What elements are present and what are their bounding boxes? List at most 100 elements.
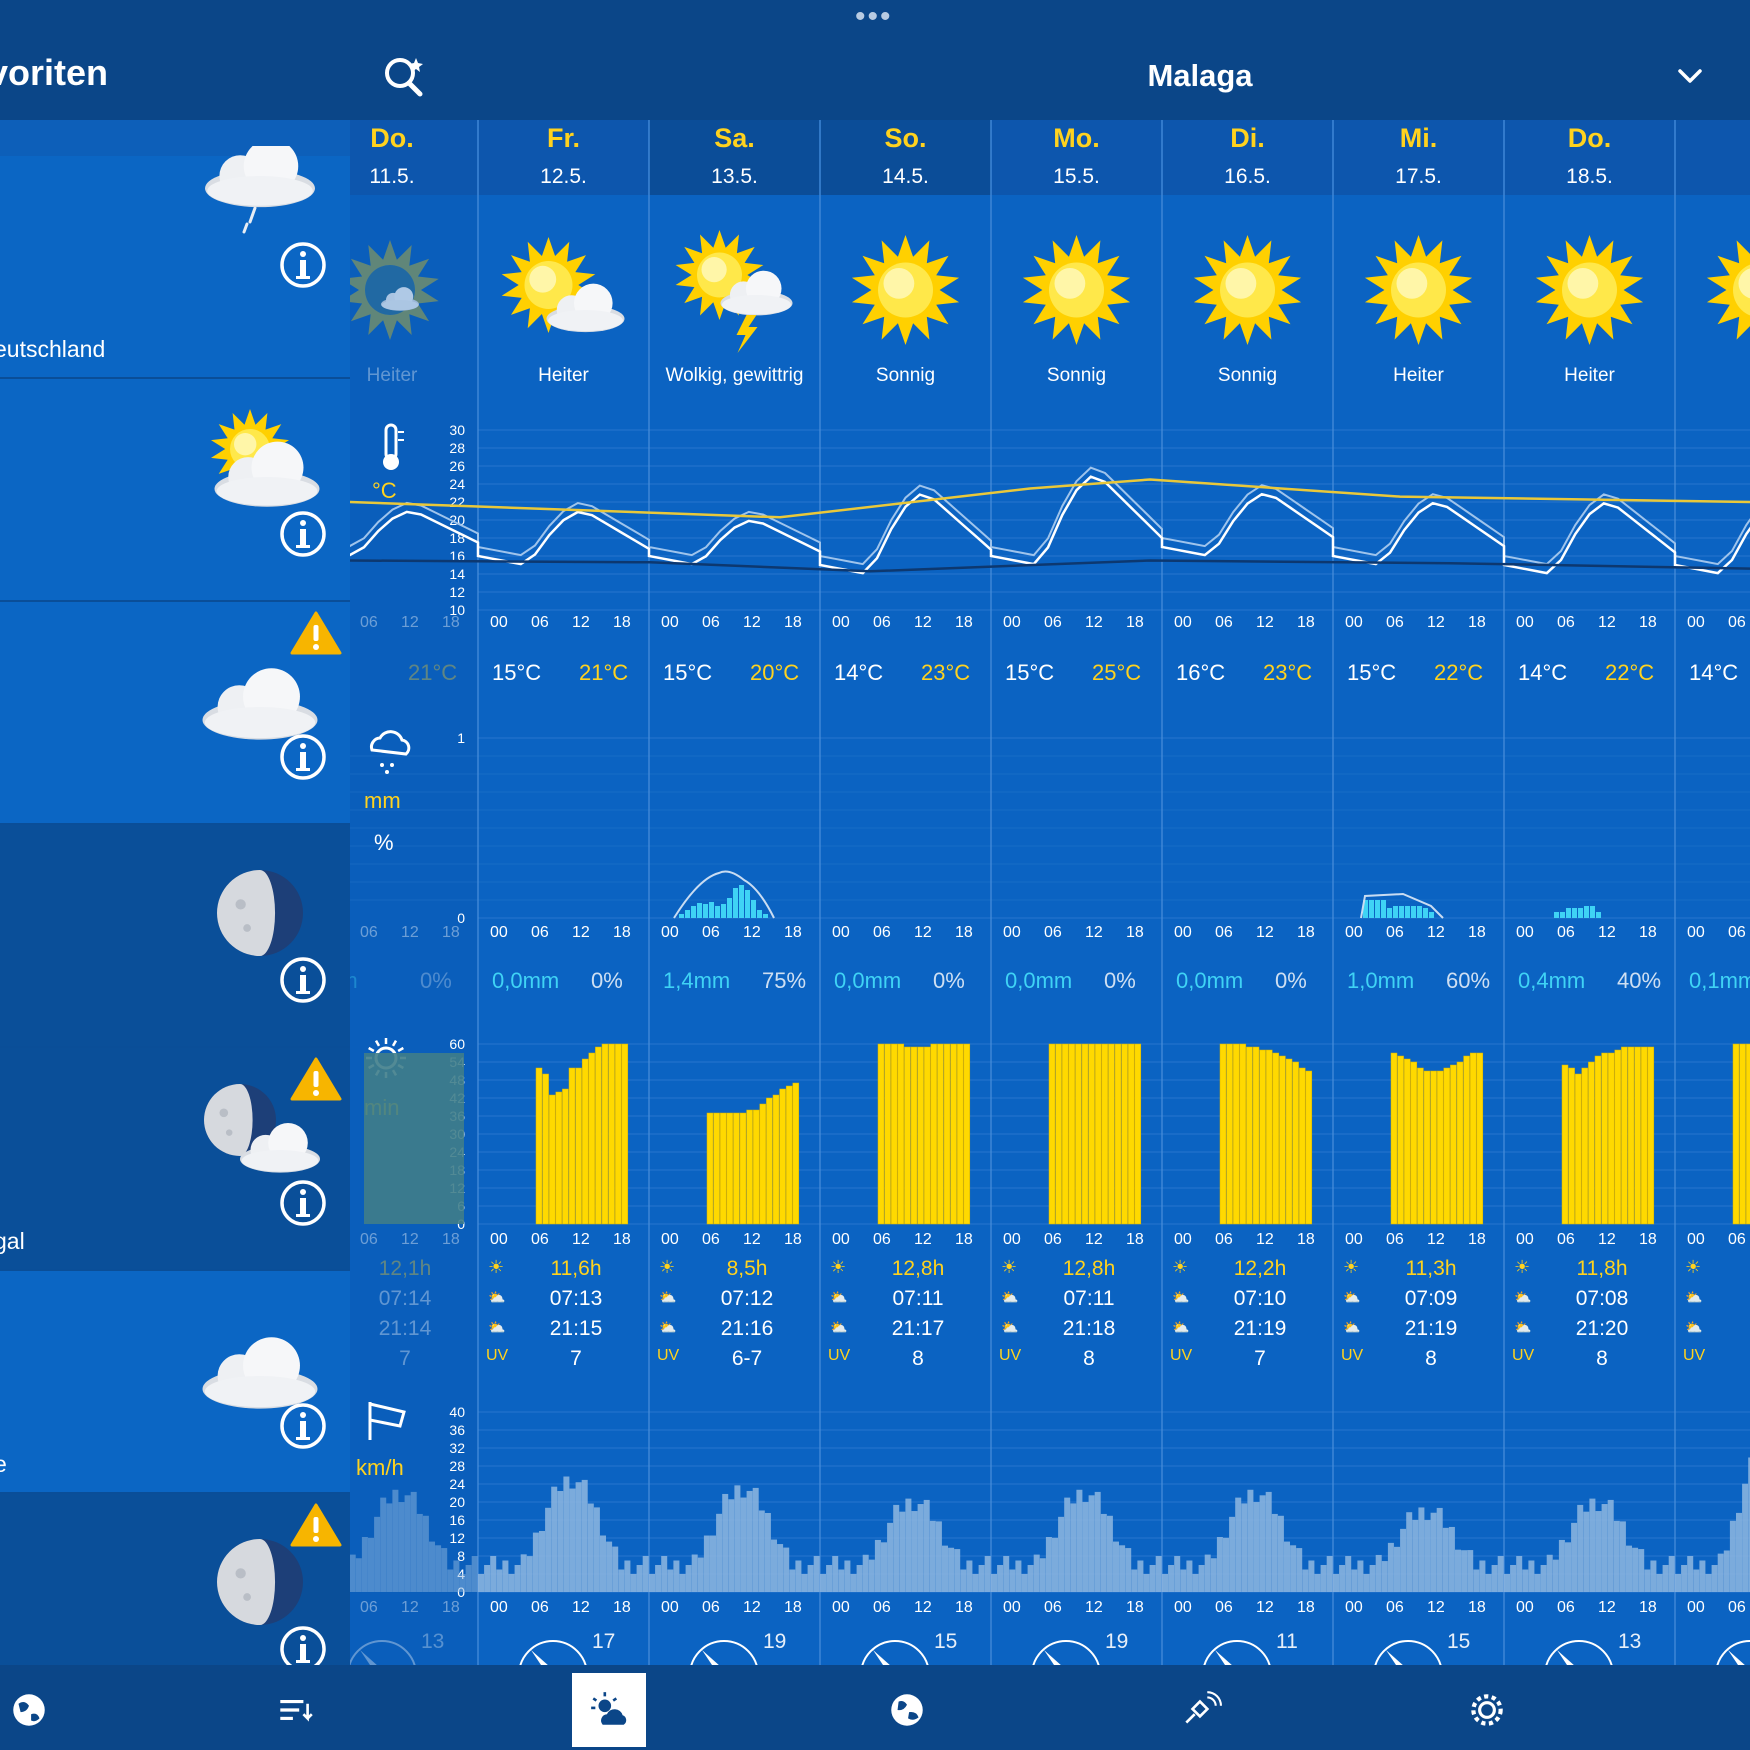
sunset-time: 21:16	[721, 1317, 774, 1340]
info-icon	[280, 957, 326, 1003]
hour-tick: 00	[1174, 1599, 1192, 1616]
sun-icon	[1022, 235, 1131, 345]
compass-ring	[1203, 1640, 1271, 1665]
hour-tick: 00	[1687, 1231, 1705, 1248]
hour-tick: 18	[955, 924, 973, 941]
city-dropdown-button[interactable]	[1670, 62, 1710, 92]
hour-tick: 00	[832, 614, 850, 631]
day-date: 12.5.	[540, 165, 587, 188]
compass-ring	[1545, 1640, 1613, 1665]
hour-tick: 12	[1085, 924, 1103, 941]
day-name: Mo.	[1053, 123, 1100, 153]
past-sunshine-bars	[364, 1053, 464, 1224]
info-button[interactable]	[278, 732, 328, 782]
precipitation-summary: 0,0mm 0%	[1005, 968, 1136, 993]
favorite-card[interactable]: gal	[0, 1048, 350, 1271]
wind-direction: 19	[690, 1630, 786, 1665]
city-title[interactable]: Malaga	[1100, 58, 1300, 94]
tab-sort-list[interactable]	[258, 1673, 332, 1747]
forecast-grid[interactable]: Do. 11.5. Heiter Fr. 12.5. Heiter Sa. 13.5. Wolk…	[350, 120, 1750, 1665]
wind-arrow-icon	[1728, 1650, 1745, 1665]
hour-tick: 18	[442, 614, 460, 631]
feels-like-line	[350, 466, 1750, 566]
tab-world[interactable]	[870, 1673, 944, 1747]
hour-tick: 12	[743, 1231, 761, 1248]
info-button[interactable]	[278, 509, 328, 559]
favorite-card[interactable]: eutschland	[0, 146, 350, 379]
hour-ticks: 00061218	[490, 1231, 631, 1248]
hour-ticks: 00061218	[1516, 924, 1657, 941]
axis-tick-label: 14	[449, 566, 465, 582]
tab-globe[interactable]	[0, 1673, 66, 1747]
warning-badge[interactable]	[290, 610, 342, 656]
favorite-card[interactable]	[0, 825, 350, 1048]
hour-tick: 12	[401, 1599, 419, 1616]
info-button[interactable]	[278, 1624, 328, 1665]
hour-tick: 00	[1003, 1599, 1021, 1616]
hour-tick: 12	[401, 924, 419, 941]
hour-ticks: 06 12 18	[360, 614, 460, 631]
wind-speed: 15	[1447, 1630, 1470, 1653]
sunshine-hours: 12,1h	[379, 1257, 432, 1280]
sunset-icon: ⛅	[1001, 1319, 1018, 1335]
uv-label: UV	[1512, 1347, 1535, 1364]
temp-max: 21°C	[579, 660, 628, 685]
hour-ticks: 00061218	[1516, 1599, 1657, 1616]
moon-icon	[217, 870, 303, 956]
hour-tick: 06	[360, 1231, 378, 1248]
temp-max: 22°C	[1434, 660, 1483, 685]
info-button[interactable]	[278, 955, 328, 1005]
hour-tick: 18	[1126, 1599, 1144, 1616]
hour-ticks: 00061218	[1003, 924, 1144, 941]
hour-tick: 18	[955, 1231, 973, 1248]
temp-max: 22°C	[1605, 660, 1654, 685]
hour-ticks: 00061218	[1687, 614, 1746, 631]
info-button[interactable]	[278, 1401, 328, 1451]
hour-tick: 00	[832, 1599, 850, 1616]
hour-tick: 18	[1639, 1231, 1657, 1248]
wind-bars	[350, 1457, 1750, 1592]
favorite-card[interactable]: e	[0, 1271, 350, 1494]
favorite-card[interactable]	[0, 602, 350, 825]
wind-arrow-icon	[1044, 1650, 1061, 1665]
day-date: 14.5.	[882, 165, 929, 188]
bottom-tab-bar	[0, 1665, 1750, 1750]
sunrise-icon: ⛅	[1514, 1289, 1531, 1305]
favorite-card[interactable]	[0, 379, 350, 602]
info-button[interactable]	[278, 1178, 328, 1228]
info-button[interactable]	[278, 240, 328, 290]
hour-tick: 06	[702, 1599, 720, 1616]
compass-ring	[519, 1640, 587, 1665]
favorite-location-name: eutschland	[0, 336, 106, 362]
drag-handle[interactable]: •••	[855, 2, 893, 32]
moon-icon	[217, 1539, 303, 1625]
tab-settings[interactable]	[1450, 1673, 1524, 1747]
warning-badge[interactable]	[290, 1502, 342, 1548]
hour-tick: 00	[1174, 1231, 1192, 1248]
sunset-time: 21:15	[550, 1317, 603, 1340]
temperature-range: 15°C 25°C	[1005, 660, 1141, 685]
tab-sun-cloud-tab[interactable]	[572, 1673, 646, 1747]
warning-badge[interactable]	[290, 1056, 342, 1102]
hour-tick: 06	[1728, 614, 1746, 631]
sun-icon	[1193, 235, 1302, 345]
axis-tick-label: 40	[449, 1404, 465, 1420]
location-search-button[interactable]	[380, 52, 430, 102]
favorite-card[interactable]	[0, 1494, 350, 1665]
hour-tick: 18	[1297, 1599, 1315, 1616]
sunrise-time: 07:10	[1234, 1287, 1287, 1310]
sunshine-hours: 8,5h	[727, 1257, 768, 1280]
hour-ticks: 00061218	[661, 1599, 802, 1616]
wind-arrow-icon	[1557, 1650, 1574, 1665]
info-icon	[280, 511, 326, 557]
precipitation-summary: 1,4mm 75%	[663, 968, 806, 993]
sun-icon	[1364, 235, 1473, 345]
temperature-line	[350, 475, 1750, 575]
hour-tick: 06	[360, 614, 378, 631]
sun-icon	[1535, 235, 1644, 345]
hour-tick: 06	[702, 924, 720, 941]
tab-satellite[interactable]	[1164, 1673, 1238, 1747]
wind-speed: 13	[1618, 1630, 1641, 1653]
day-date: 13.5.	[711, 165, 758, 188]
axis-tick-label: 1	[457, 730, 465, 746]
